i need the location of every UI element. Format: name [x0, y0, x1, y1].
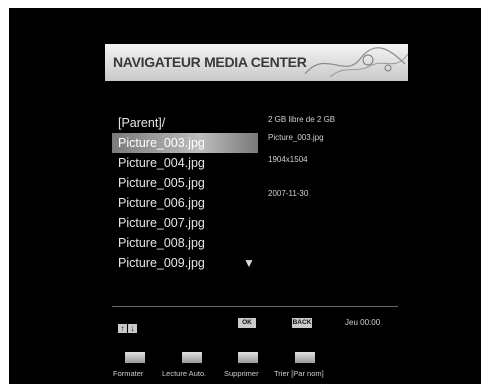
- list-item[interactable]: Picture_009.jpg: [112, 253, 258, 273]
- green-function-key[interactable]: [182, 352, 202, 363]
- delete-label: Supprimer: [224, 369, 259, 378]
- storage-info: 2 GB libre de 2 GB: [268, 115, 336, 124]
- autoplay-label: Lecture Auto.: [162, 369, 207, 378]
- list-item[interactable]: Picture_006.jpg: [112, 193, 258, 213]
- blue-function-key[interactable]: [295, 352, 315, 363]
- arrow-up-icon: ↑: [118, 324, 127, 333]
- divider: [112, 306, 398, 307]
- nav-arrows: ↑ ↓: [118, 318, 138, 336]
- red-function-key[interactable]: [125, 352, 145, 363]
- ok-key[interactable]: OK: [238, 318, 256, 328]
- decorative-swirl-icon: [304, 47, 408, 78]
- file-name-info: Picture_003.jpg: [268, 133, 324, 142]
- format-label: Formater: [113, 369, 144, 378]
- yellow-function-key[interactable]: [238, 352, 258, 363]
- list-item[interactable]: Picture_007.jpg: [112, 213, 258, 233]
- clock: Jeu 00:00: [345, 318, 381, 327]
- page-title: NAVIGATEUR MEDIA CENTER: [113, 54, 307, 70]
- chevron-down-icon[interactable]: ▼: [243, 256, 255, 270]
- file-list: [Parent]/ Picture_003.jpg Picture_004.jp…: [112, 113, 258, 273]
- date-info: 2007-11-30: [268, 189, 309, 198]
- back-key[interactable]: BACK: [292, 318, 312, 328]
- sort-label: Trier [Par nom]: [274, 369, 324, 378]
- list-item-parent[interactable]: [Parent]/: [112, 113, 258, 133]
- list-item-selected[interactable]: Picture_003.jpg: [112, 133, 258, 153]
- title-bar: NAVIGATEUR MEDIA CENTER: [105, 44, 408, 81]
- resolution-info: 1904x1504: [268, 155, 308, 164]
- list-item[interactable]: Picture_005.jpg: [112, 173, 258, 193]
- list-item[interactable]: Picture_008.jpg: [112, 233, 258, 253]
- arrow-down-icon: ↓: [128, 324, 137, 333]
- list-item[interactable]: Picture_004.jpg: [112, 153, 258, 173]
